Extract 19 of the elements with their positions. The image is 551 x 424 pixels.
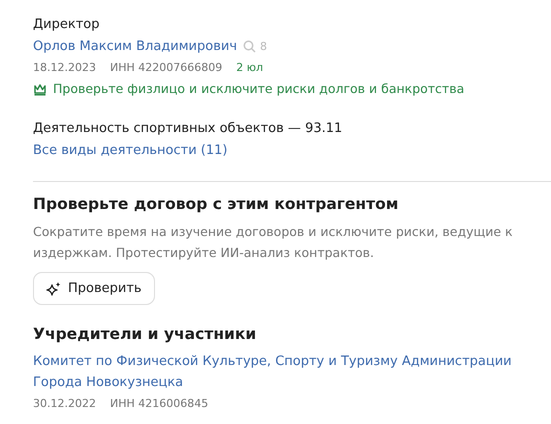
related-count: 2 юл bbox=[236, 60, 264, 76]
inn-text: ИНН 4216006845 bbox=[110, 396, 208, 412]
person-link[interactable]: Орлов Максим Владимирович bbox=[33, 36, 237, 57]
description-text: Сократите время на изучение договоров и исключите риски, ведущие к издержкам. Протестируйте ИИ-анализ контрактов. bbox=[33, 223, 514, 262]
role-label: Директор bbox=[33, 16, 100, 34]
check-button[interactable]: Проверить bbox=[33, 272, 155, 305]
section-title: Проверьте договор с этим контрагентом bbox=[33, 194, 400, 215]
promo-link[interactable]: Проверьте физлицо и исключите риски долгов и банкротства bbox=[53, 79, 464, 99]
date-text: 30.12.2022 bbox=[33, 396, 96, 412]
all-activities-link[interactable]: Все виды деятельности (11) bbox=[33, 140, 228, 161]
search-icon bbox=[243, 40, 256, 53]
section-title: Учредители и участники bbox=[33, 324, 258, 345]
crown-icon bbox=[33, 82, 47, 96]
activity-text: Деятельность спортивных объектов — 93.11 bbox=[33, 120, 344, 138]
sparkle-icon bbox=[46, 280, 62, 296]
search-count: 8 bbox=[260, 40, 267, 53]
founder-link[interactable]: Комитет по Физической Культуре, Спорту и Туризму Администрации Города Новокузнецка bbox=[33, 351, 531, 393]
inn-text: ИНН 422007666809 bbox=[110, 60, 222, 76]
date-text: 18.12.2023 bbox=[33, 60, 96, 76]
